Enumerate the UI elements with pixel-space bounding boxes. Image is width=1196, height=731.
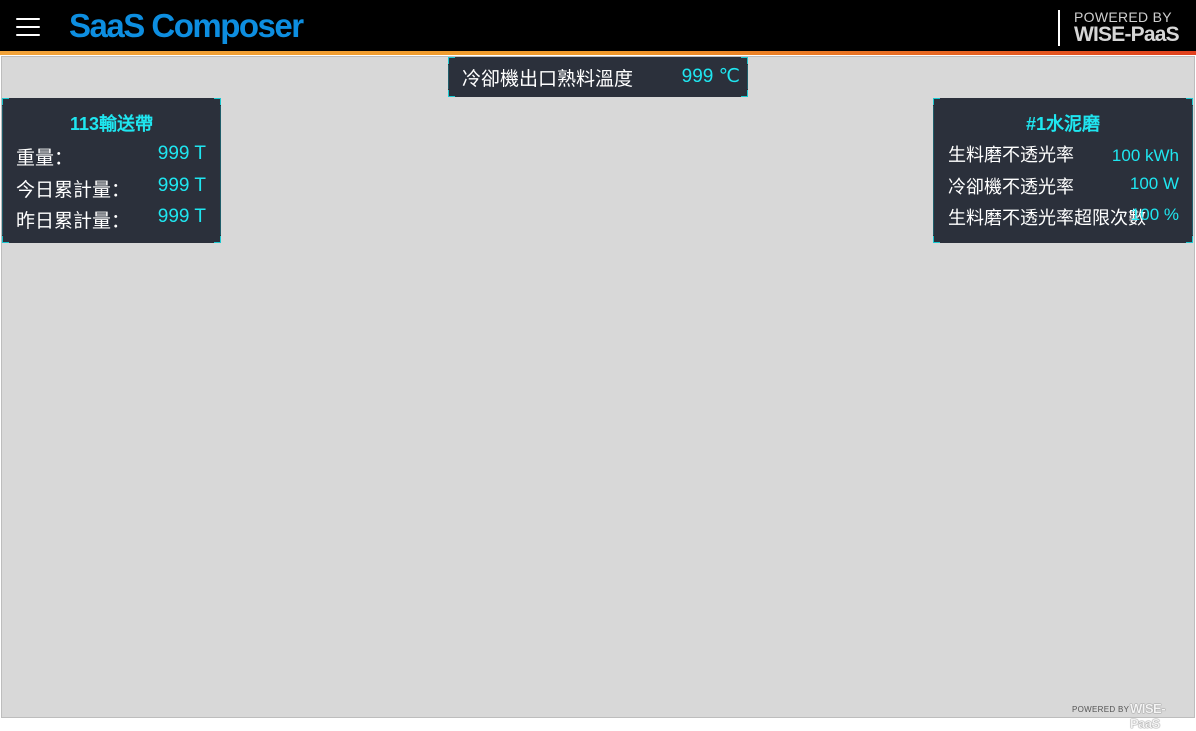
weight-label: 重量： [16, 148, 74, 169]
powered-by-logo: POWERED BY WISE-PaaS [1058, 9, 1192, 46]
footer-powered-by-watermark: POWERED BY WISE-PaaS [1072, 700, 1190, 731]
footer-powered-by-brand: WISE-PaaS [1130, 701, 1166, 731]
conveyor-113-panel[interactable]: 113輸送帶 重量： 999 T 今日累計量： 999 T 昨日累計量： 999… [2, 98, 221, 243]
cooler-opacity-label: 冷卻機不透光率 [948, 177, 1074, 197]
cement-mill-1-panel[interactable]: #1水泥磨 生料磨不透光率 100 kWh 冷卻機不透光率 100 W 生料磨不… [933, 98, 1193, 243]
raw-mill-overlimit-count-label: 生料磨不透光率超限次數 [948, 208, 1146, 228]
powered-by-brand: WISE-PaaS [1074, 23, 1180, 46]
footer-powered-by-label: POWERED BY [1072, 705, 1130, 714]
header-accent-line [0, 51, 1196, 55]
clinker-temperature-panel[interactable]: 冷卻機出口熟料溫度 999 ℃ [448, 57, 748, 97]
hamburger-menu-icon[interactable] [16, 16, 40, 36]
top-bar: SaaS Composer POWERED BY WISE-PaaS [0, 0, 1196, 51]
weight-value: 999 T [157, 143, 206, 164]
today-total-label: 今日累計量： [16, 180, 131, 201]
raw-mill-opacity-label: 生料磨不透光率 [948, 145, 1074, 165]
today-total-value: 999 T [157, 175, 206, 196]
cooler-opacity-value: 100 W [1129, 174, 1179, 193]
cement-mill-1-title: #1水泥磨 [1025, 114, 1101, 134]
clinker-temperature-value: 999 ℃ [681, 66, 740, 87]
raw-mill-overlimit-count-value: 100 % [1130, 205, 1179, 224]
yesterday-total-label: 昨日累計量： [16, 211, 131, 232]
yesterday-total-value: 999 T [157, 206, 206, 227]
clinker-temperature-label: 冷卻機出口熟料溫度 [462, 69, 634, 90]
conveyor-113-title: 113輸送帶 [69, 114, 154, 134]
app-title: SaaS Composer [69, 7, 304, 44]
raw-mill-opacity-value: 100 kWh [1111, 146, 1179, 165]
